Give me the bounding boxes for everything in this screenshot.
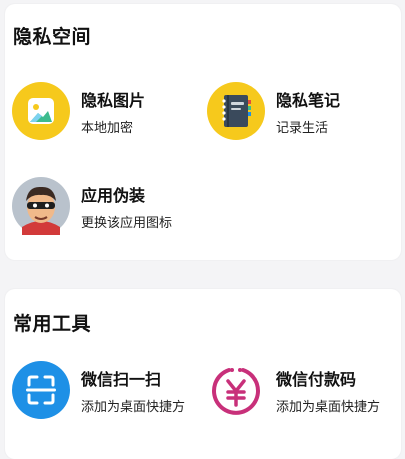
masked-face-icon [12,177,70,235]
wechat-scan-title: 微信扫一扫 [81,370,162,389]
app-disguise-subtitle: 更换该应用图标 [81,216,173,231]
private-photos-title: 隐私图片 [81,91,146,110]
app-disguise-title: 应用伪装 [81,186,146,205]
privacy-space-card: 隐私空间 隐私图片 本地加密 隐私笔记 记录生活 应用伪装 更换该应用图标 [5,4,401,260]
privacy-space-title: 隐私空间 [13,26,92,48]
common-tools-title: 常用工具 [13,313,92,335]
wechat-payment-code-title: 微信付款码 [276,370,357,389]
scan-icon [12,361,70,419]
wechat-payment-code-item[interactable]: 微信付款码 添加为桌面快捷方 [200,358,385,422]
notebook-icon [207,82,265,140]
wechat-payment-code-subtitle: 添加为桌面快捷方 [276,400,381,415]
private-notes-item[interactable]: 隐私笔记 记录生活 [200,79,385,143]
wechat-scan-item[interactable]: 微信扫一扫 添加为桌面快捷方 [5,358,190,422]
common-tools-card: 常用工具 微信扫一扫 添加为桌面快捷方 微信付款码 添加为桌面快捷方 [5,289,401,459]
yuan-payment-icon [207,361,265,419]
private-photos-item[interactable]: 隐私图片 本地加密 [5,79,190,143]
private-photos-subtitle: 本地加密 [81,121,134,136]
private-notes-title: 隐私笔记 [276,91,341,110]
app-disguise-item[interactable]: 应用伪装 更换该应用图标 [5,174,190,238]
wechat-scan-subtitle: 添加为桌面快捷方 [81,400,186,415]
gallery-icon [12,82,70,140]
private-notes-subtitle: 记录生活 [276,121,329,136]
